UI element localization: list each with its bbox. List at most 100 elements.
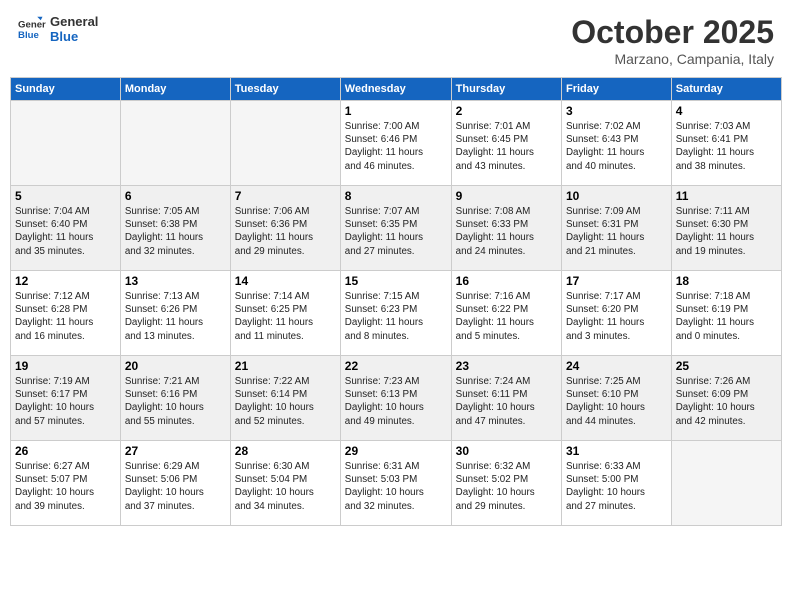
day-number: 28 [235, 444, 336, 458]
day-number: 15 [345, 274, 447, 288]
day-number: 31 [566, 444, 667, 458]
cell-daylight-info: Sunrise: 7:23 AMSunset: 6:13 PMDaylight:… [345, 375, 447, 428]
cell-daylight-info: Sunrise: 7:09 AMSunset: 6:31 PMDaylight:… [566, 205, 667, 258]
calendar-cell [120, 101, 230, 186]
calendar-cell: 8 Sunrise: 7:07 AMSunset: 6:35 PMDaylight… [340, 186, 451, 271]
cell-daylight-info: Sunrise: 7:16 AMSunset: 6:22 PMDaylight:… [456, 290, 557, 343]
calendar-table: SundayMondayTuesdayWednesdayThursdayFrid… [10, 77, 782, 526]
cell-daylight-info: Sunrise: 7:22 AMSunset: 6:14 PMDaylight:… [235, 375, 336, 428]
calendar-cell [11, 101, 121, 186]
weekday-header: Sunday [11, 78, 121, 101]
cell-daylight-info: Sunrise: 7:03 AMSunset: 6:41 PMDaylight:… [676, 120, 777, 173]
calendar-cell: 4 Sunrise: 7:03 AMSunset: 6:41 PMDaylight… [671, 101, 781, 186]
calendar-cell: 2 Sunrise: 7:01 AMSunset: 6:45 PMDaylight… [451, 101, 561, 186]
calendar-cell: 6 Sunrise: 7:05 AMSunset: 6:38 PMDaylight… [120, 186, 230, 271]
calendar-cell: 26Sunrise: 6:27 AMSunset: 5:07 PMDayligh… [11, 441, 121, 526]
cell-daylight-info: Sunrise: 7:17 AMSunset: 6:20 PMDaylight:… [566, 290, 667, 343]
location-subtitle: Marzano, Campania, Italy [571, 51, 774, 67]
page-header: General Blue General Blue October 2025 M… [10, 10, 782, 71]
calendar-cell: 17 Sunrise: 7:17 AMSunset: 6:20 PMDayligh… [561, 271, 671, 356]
calendar-header-row: SundayMondayTuesdayWednesdayThursdayFrid… [11, 78, 782, 101]
logo: General Blue General Blue [18, 14, 98, 44]
calendar-cell: 9 Sunrise: 7:08 AMSunset: 6:33 PMDaylight… [451, 186, 561, 271]
cell-daylight-info: Sunrise: 7:04 AMSunset: 6:40 PMDaylight:… [15, 205, 116, 258]
weekday-header: Saturday [671, 78, 781, 101]
day-number: 5 [15, 189, 116, 203]
cell-daylight-info: Sunrise: 7:05 AMSunset: 6:38 PMDaylight:… [125, 205, 226, 258]
calendar-week-row: 1 Sunrise: 7:00 AMSunset: 6:46 PMDaylight… [11, 101, 782, 186]
day-number: 12 [15, 274, 116, 288]
calendar-cell: 3Sunrise: 7:02 AMSunset: 6:43 PMDaylight… [561, 101, 671, 186]
calendar-cell: 23 Sunrise: 7:24 AMSunset: 6:11 PMDayligh… [451, 356, 561, 441]
calendar-cell: 19 Sunrise: 7:19 AMSunset: 6:17 PMDayligh… [11, 356, 121, 441]
day-number: 10 [566, 189, 667, 203]
cell-daylight-info: Sunrise: 7:19 AMSunset: 6:17 PMDaylight:… [15, 375, 116, 428]
day-number: 13 [125, 274, 226, 288]
cell-daylight-info: Sunrise: 7:25 AMSunset: 6:10 PMDaylight:… [566, 375, 667, 428]
calendar-cell: 11 Sunrise: 7:11 AMSunset: 6:30 PMDayligh… [671, 186, 781, 271]
logo-general-text: General [50, 14, 98, 29]
cell-daylight-info: Sunrise: 6:29 AMSunset: 5:06 PMDaylight:… [125, 460, 226, 513]
day-number: 17 [566, 274, 667, 288]
calendar-cell: 15Sunrise: 7:15 AMSunset: 6:23 PMDayligh… [340, 271, 451, 356]
calendar-cell: 13 Sunrise: 7:13 AMSunset: 6:26 PMDayligh… [120, 271, 230, 356]
day-number: 3 [566, 104, 667, 118]
weekday-header: Tuesday [230, 78, 340, 101]
svg-text:Blue: Blue [18, 30, 39, 41]
day-number: 9 [456, 189, 557, 203]
day-number: 24 [566, 359, 667, 373]
cell-daylight-info: Sunrise: 7:11 AMSunset: 6:30 PMDaylight:… [676, 205, 777, 258]
calendar-cell: 14Sunrise: 7:14 AMSunset: 6:25 PMDayligh… [230, 271, 340, 356]
cell-daylight-info: Sunrise: 7:08 AMSunset: 6:33 PMDaylight:… [456, 205, 557, 258]
calendar-cell: 29 Sunrise: 6:31 AMSunset: 5:03 PMDayligh… [340, 441, 451, 526]
calendar-week-row: 26Sunrise: 6:27 AMSunset: 5:07 PMDayligh… [11, 441, 782, 526]
day-number: 30 [456, 444, 557, 458]
title-block: October 2025 Marzano, Campania, Italy [571, 14, 774, 67]
day-number: 29 [345, 444, 447, 458]
day-number: 19 [15, 359, 116, 373]
day-number: 18 [676, 274, 777, 288]
weekday-header: Monday [120, 78, 230, 101]
cell-daylight-info: Sunrise: 7:06 AMSunset: 6:36 PMDaylight:… [235, 205, 336, 258]
calendar-week-row: 12 Sunrise: 7:12 AMSunset: 6:28 PMDayligh… [11, 271, 782, 356]
cell-daylight-info: Sunrise: 7:24 AMSunset: 6:11 PMDaylight:… [456, 375, 557, 428]
calendar-cell: 7Sunrise: 7:06 AMSunset: 6:36 PMDaylight… [230, 186, 340, 271]
day-number: 8 [345, 189, 447, 203]
day-number: 11 [676, 189, 777, 203]
cell-daylight-info: Sunrise: 7:13 AMSunset: 6:26 PMDaylight:… [125, 290, 226, 343]
cell-daylight-info: Sunrise: 7:07 AMSunset: 6:35 PMDaylight:… [345, 205, 447, 258]
calendar-cell: 10 Sunrise: 7:09 AMSunset: 6:31 PMDayligh… [561, 186, 671, 271]
cell-daylight-info: Sunrise: 7:00 AMSunset: 6:46 PMDaylight:… [345, 120, 447, 173]
month-title: October 2025 [571, 14, 774, 51]
day-number: 4 [676, 104, 777, 118]
calendar-cell: 31 Sunrise: 6:33 AMSunset: 5:00 PMDayligh… [561, 441, 671, 526]
day-number: 25 [676, 359, 777, 373]
calendar-cell [671, 441, 781, 526]
cell-daylight-info: Sunrise: 6:31 AMSunset: 5:03 PMDaylight:… [345, 460, 447, 513]
cell-daylight-info: Sunrise: 6:33 AMSunset: 5:00 PMDaylight:… [566, 460, 667, 513]
calendar-week-row: 19 Sunrise: 7:19 AMSunset: 6:17 PMDayligh… [11, 356, 782, 441]
calendar-week-row: 5 Sunrise: 7:04 AMSunset: 6:40 PMDaylight… [11, 186, 782, 271]
day-number: 23 [456, 359, 557, 373]
calendar-cell: 5 Sunrise: 7:04 AMSunset: 6:40 PMDaylight… [11, 186, 121, 271]
day-number: 1 [345, 104, 447, 118]
cell-daylight-info: Sunrise: 6:30 AMSunset: 5:04 PMDaylight:… [235, 460, 336, 513]
calendar-cell: 22Sunrise: 7:23 AMSunset: 6:13 PMDayligh… [340, 356, 451, 441]
day-number: 16 [456, 274, 557, 288]
weekday-header: Wednesday [340, 78, 451, 101]
cell-daylight-info: Sunrise: 7:12 AMSunset: 6:28 PMDaylight:… [15, 290, 116, 343]
cell-daylight-info: Sunrise: 7:01 AMSunset: 6:45 PMDaylight:… [456, 120, 557, 173]
logo-blue-text: Blue [50, 29, 98, 44]
calendar-cell: 25Sunrise: 7:26 AMSunset: 6:09 PMDayligh… [671, 356, 781, 441]
calendar-cell: 30Sunrise: 6:32 AMSunset: 5:02 PMDayligh… [451, 441, 561, 526]
cell-daylight-info: Sunrise: 7:21 AMSunset: 6:16 PMDaylight:… [125, 375, 226, 428]
day-number: 14 [235, 274, 336, 288]
cell-daylight-info: Sunrise: 7:18 AMSunset: 6:19 PMDaylight:… [676, 290, 777, 343]
calendar-cell: 28 Sunrise: 6:30 AMSunset: 5:04 PMDayligh… [230, 441, 340, 526]
day-number: 2 [456, 104, 557, 118]
calendar-cell: 12 Sunrise: 7:12 AMSunset: 6:28 PMDayligh… [11, 271, 121, 356]
calendar-cell: 24 Sunrise: 7:25 AMSunset: 6:10 PMDayligh… [561, 356, 671, 441]
day-number: 20 [125, 359, 226, 373]
calendar-cell: 16 Sunrise: 7:16 AMSunset: 6:22 PMDayligh… [451, 271, 561, 356]
day-number: 6 [125, 189, 226, 203]
